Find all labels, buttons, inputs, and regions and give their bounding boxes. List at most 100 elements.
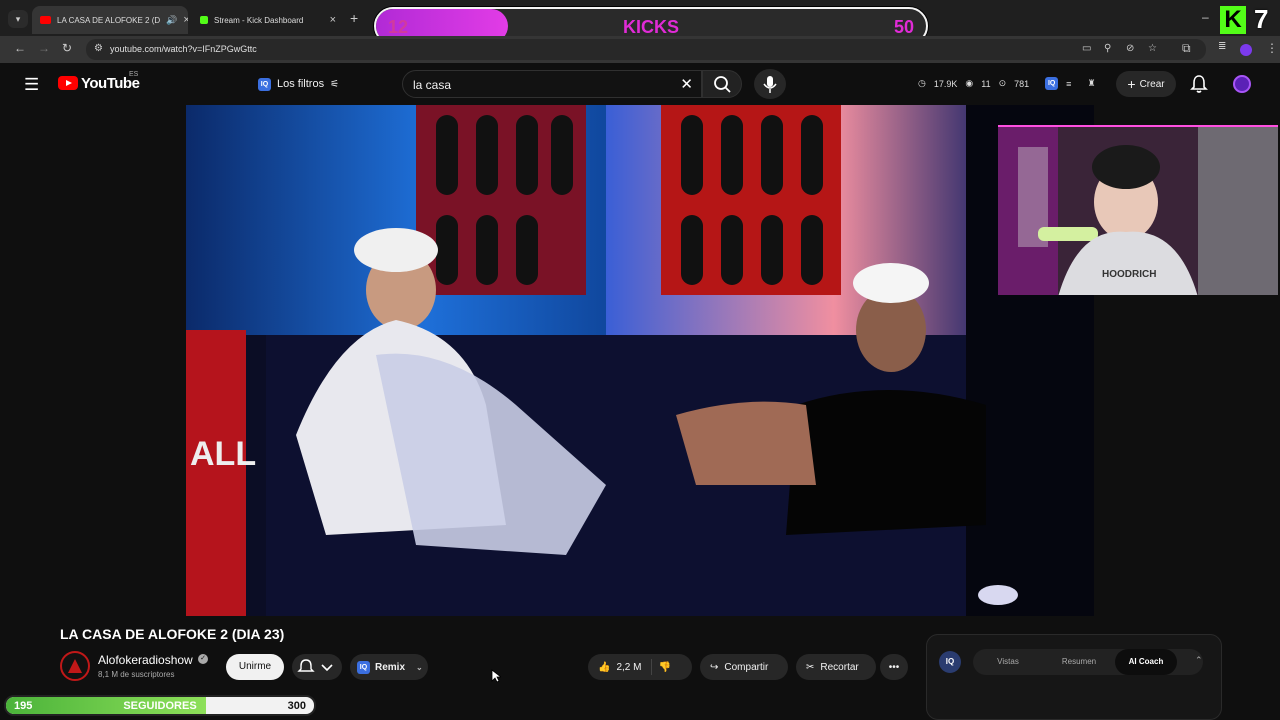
create-label: Crear (1139, 78, 1165, 90)
sliders-icon: ⚟ (330, 78, 340, 90)
iq-extension-icon[interactable]: IQ (1045, 77, 1059, 90)
stat-count2: 781 (1014, 78, 1030, 89)
search-icon (714, 76, 731, 93)
tab-youtube[interactable]: LA CASA DE ALOFOKE 2 (D 🔊 × (32, 6, 188, 34)
media-icon[interactable]: ≣ (1218, 41, 1226, 52)
site-info-icon[interactable]: ⚙ (94, 43, 103, 54)
scissors-icon: ✂ (806, 661, 815, 673)
kick-favicon-icon (200, 16, 208, 24)
like-count[interactable]: 2,2 M (616, 662, 641, 673)
back-icon[interactable]: ← (14, 41, 26, 55)
thumbs-down-icon[interactable]: 👎 (658, 662, 670, 673)
filters-label: Los filtros (277, 78, 325, 90)
minimize-window-icon[interactable]: – (1202, 10, 1209, 24)
voice-search-button[interactable] (754, 69, 786, 99)
profile-icon[interactable] (1240, 44, 1252, 56)
microphone-icon (763, 76, 777, 93)
search-input[interactable]: la casa ✕ (402, 70, 702, 98)
ai-coach-panel: IQ Vistas Resumen AI Coach ⌃ (926, 634, 1222, 720)
speaker-icon[interactable]: 🔊 (166, 15, 177, 26)
clip-button[interactable]: ✂ Recortar (796, 654, 876, 680)
youtube-logo-icon[interactable] (58, 76, 78, 90)
followers-label: SEGUIDORES (123, 700, 197, 712)
tab-ai-coach[interactable]: AI Coach (1115, 649, 1177, 675)
plus-icon: + (1127, 76, 1136, 92)
remix-label: Remix (375, 661, 406, 673)
stat-count1: 11 (981, 78, 991, 89)
omnibox[interactable]: ⚙ youtube.com/watch?v=IFnZPGwGttc ▭ ⚲ ⊘ … (86, 39, 1206, 60)
extensions-icon[interactable]: ⧉ (1182, 41, 1191, 56)
extension-stats: ◷ 17.9K ◉ 11 ⊙ 781 IQ ≡ ♜ (918, 77, 1096, 90)
streamer-webcam: HOODRICH (998, 125, 1278, 295)
hide-icon[interactable]: ⊘ (1126, 43, 1134, 54)
divider (651, 659, 653, 675)
menu-icon[interactable]: ☰ (24, 75, 39, 95)
tab-kick-dashboard[interactable]: Stream - Kick Dashboard × (192, 6, 344, 34)
list-icon[interactable]: ≡ (1066, 79, 1071, 89)
bell-chevron-icon (297, 659, 333, 672)
account-avatar[interactable] (1233, 75, 1251, 93)
search-value: la casa (413, 78, 452, 92)
close-tab-icon[interactable]: × (183, 14, 188, 26)
svg-text:HOODRICH: HOODRICH (1102, 269, 1156, 280)
iq-extension-icon: IQ (258, 77, 271, 91)
ai-tab-group: Vistas Resumen AI Coach (973, 649, 1203, 675)
iq-badge-icon: IQ (939, 651, 961, 673)
video-title: LA CASA DE ALOFOKE 2 (DIA 23) (60, 626, 285, 642)
share-icon: ↪ (710, 661, 719, 673)
tab-title: Stream - Kick Dashboard (214, 15, 304, 25)
close-tab-icon[interactable]: × (330, 14, 336, 26)
collapse-chevron-icon[interactable]: ⌃ (1195, 655, 1203, 666)
followers-goal-bar: 195 SEGUIDORES 300 (4, 695, 316, 716)
share-label: Compartir (724, 661, 769, 673)
remix-button[interactable]: IQ Remix ⌄ (350, 654, 428, 680)
forward-icon[interactable]: → (38, 41, 50, 55)
clock-icon: ◷ (918, 78, 926, 88)
verified-icon: ✓ (198, 654, 208, 664)
tab-vistas[interactable]: Vistas (973, 649, 1043, 675)
more-icon: ••• (888, 661, 900, 673)
kick-logo-icon: K (1220, 6, 1246, 34)
subscriber-count: 8,1 M de suscriptores (98, 670, 175, 679)
share-button[interactable]: ↪ Compartir (700, 654, 788, 680)
kicks-label: KICKS (622, 17, 679, 37)
chevron-down-icon: ⌄ (416, 662, 423, 672)
zoom-icon[interactable]: ⚲ (1104, 43, 1111, 54)
reload-icon[interactable]: ↻ (62, 41, 72, 55)
clear-search-icon[interactable]: ✕ (680, 75, 693, 93)
kicks-goal-value: 50 (893, 17, 914, 37)
mouse-cursor-icon (491, 669, 503, 688)
like-dislike-group: 👍 2,2 M 👎 (588, 654, 692, 680)
cast-icon[interactable]: ▭ (1082, 43, 1091, 54)
address-bar-row: ← → ↻ ⚙ youtube.com/watch?v=IFnZPGwGttc … (0, 36, 1280, 63)
new-tab-button[interactable]: + (350, 10, 358, 26)
notification-settings-button[interactable] (292, 654, 342, 680)
channel-avatar[interactable] (60, 651, 90, 681)
stat-views: 17.9K (933, 78, 958, 89)
video-frame: ALL (186, 105, 1094, 616)
notifications-bell-icon[interactable] (1190, 74, 1208, 99)
channel-name[interactable]: Alofokeradioshow (98, 653, 193, 667)
iq-extension-icon: IQ (357, 660, 370, 674)
video-player[interactable]: ALL (186, 105, 1094, 616)
create-button[interactable]: + Crear (1116, 71, 1176, 97)
trophy-icon[interactable]: ♜ (1087, 78, 1095, 89)
wall-sign-text: ALL (190, 435, 256, 473)
clip-label: Recortar (820, 661, 859, 673)
tab-search-button[interactable]: ▾ (8, 10, 28, 28)
bookmark-star-icon[interactable]: ☆ (1148, 43, 1157, 54)
thumbs-up-icon[interactable]: 👍 (598, 662, 610, 673)
eye-icon: ⊙ (998, 78, 1007, 88)
url-text: youtube.com/watch?v=IFnZPGwGttc (110, 44, 257, 54)
join-button[interactable]: Unirme (226, 654, 284, 680)
country-code: ES (129, 71, 139, 78)
kick-counter: 7 (1254, 4, 1269, 34)
more-actions-button[interactable]: ••• (880, 654, 908, 680)
followers-goal-value: 300 (287, 700, 306, 712)
webcam-frame: HOODRICH (998, 127, 1278, 295)
browser-menu-icon[interactable]: ⋮ (1266, 41, 1278, 55)
eye-icon: ◉ (965, 78, 974, 88)
tab-resumen[interactable]: Resumen (1043, 649, 1115, 675)
filters-button[interactable]: IQ Los filtros ⚟ (250, 71, 347, 97)
search-button[interactable] (702, 70, 742, 98)
